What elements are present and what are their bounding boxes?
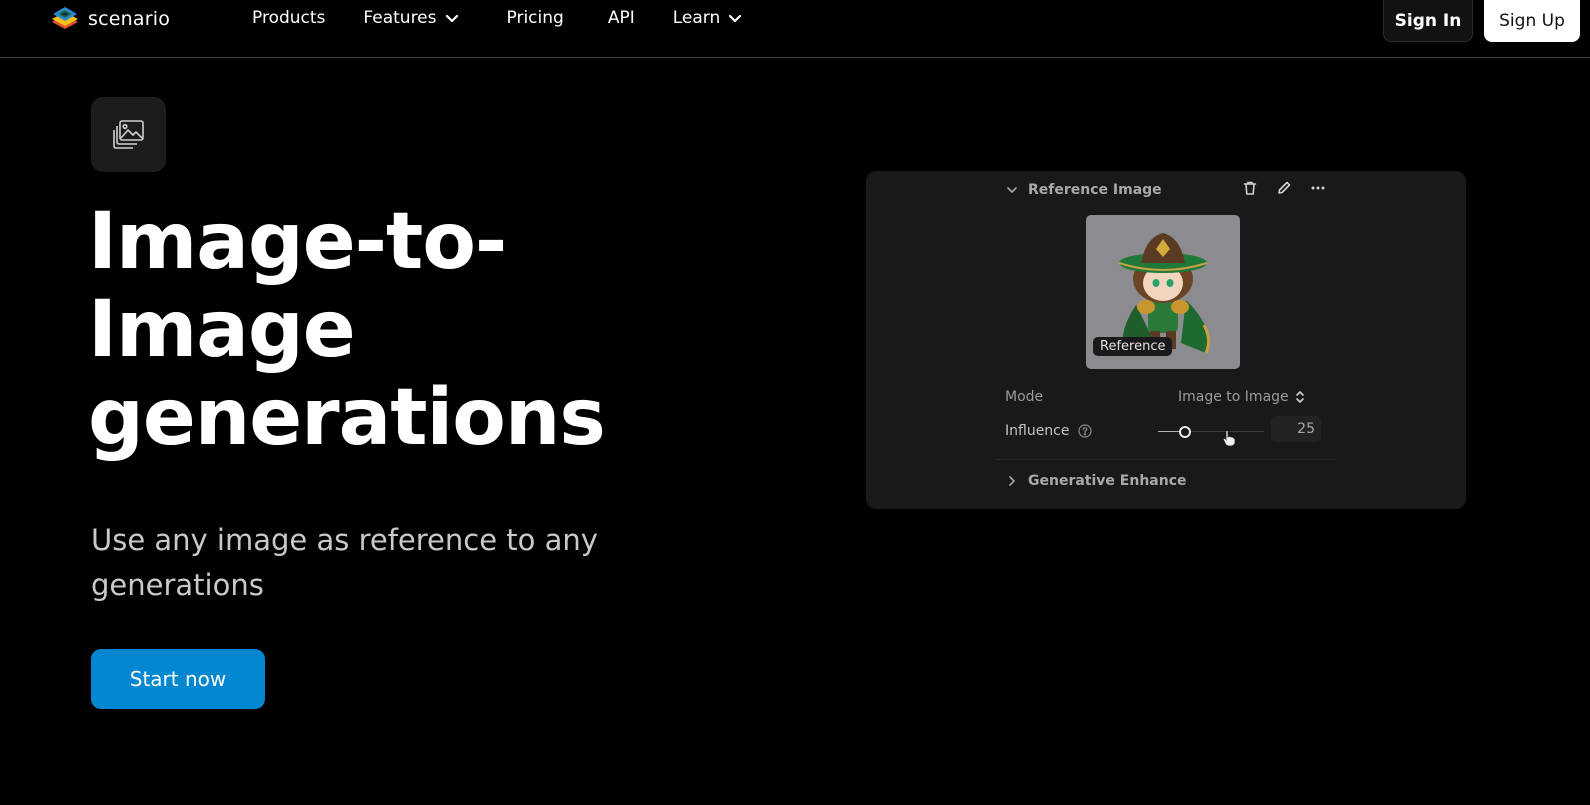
nav-features[interactable]: Features xyxy=(363,8,458,28)
nav-products[interactable]: Products xyxy=(252,8,325,28)
chevron-down-icon xyxy=(729,14,742,23)
reference-image-preview-panel: Reference Image Reference Mode Image to … xyxy=(866,171,1466,509)
nav-api[interactable]: API xyxy=(608,8,635,28)
section-divider xyxy=(996,459,1336,460)
brand-logo[interactable]: scenario xyxy=(50,4,170,34)
influence-slider[interactable] xyxy=(1158,423,1264,441)
chevron-down-icon xyxy=(445,14,458,23)
nav-learn[interactable]: Learn xyxy=(673,8,743,28)
reference-image-thumbnail[interactable]: Reference xyxy=(1086,215,1240,369)
nav-api-label: API xyxy=(607,8,635,28)
nav-pricing-label: Pricing xyxy=(506,8,564,28)
influence-label-group: Influence xyxy=(1005,423,1092,439)
nav-learn-label: Learn xyxy=(672,8,721,28)
hero-title: Image-to-Image generations xyxy=(88,197,606,463)
nav-products-label: Products xyxy=(252,8,326,28)
brand-name: scenario xyxy=(88,8,171,30)
scenario-logo-icon xyxy=(52,7,78,29)
trash-icon[interactable] xyxy=(1242,180,1258,196)
hand-cursor-icon xyxy=(1222,430,1236,447)
panel-actions xyxy=(1242,180,1326,196)
influence-value-input[interactable]: 25 xyxy=(1271,416,1321,442)
images-icon xyxy=(112,119,144,149)
nav-links: Products Features Pricing API Learn xyxy=(252,8,780,28)
reference-image-title: Reference Image xyxy=(1028,182,1162,198)
mode-value: Image to Image xyxy=(1178,389,1289,405)
generative-enhance-section[interactable]: Generative Enhance xyxy=(1006,473,1187,489)
reference-image-header[interactable]: Reference Image xyxy=(1006,179,1326,201)
influence-label: Influence xyxy=(1005,423,1070,439)
slider-thumb[interactable] xyxy=(1178,426,1191,438)
more-icon[interactable] xyxy=(1310,180,1326,196)
chevron-down-icon xyxy=(1007,187,1017,194)
reference-badge: Reference xyxy=(1093,337,1173,356)
help-circle-icon[interactable] xyxy=(1077,424,1092,438)
hero-subtitle: Use any image as reference to any genera… xyxy=(91,523,598,602)
sign-in-button[interactable]: Sign In xyxy=(1383,0,1473,42)
top-nav: scenario Products Features Pricing API L… xyxy=(0,0,1590,58)
nav-features-label: Features xyxy=(363,8,437,28)
sign-up-button[interactable]: Sign Up xyxy=(1484,0,1580,42)
generative-enhance-label: Generative Enhance xyxy=(1028,473,1187,489)
pencil-icon[interactable] xyxy=(1276,180,1292,196)
mode-select[interactable]: Image to Image xyxy=(1178,389,1306,405)
mode-label: Mode xyxy=(1005,389,1044,405)
start-now-button[interactable]: Start now xyxy=(91,649,265,709)
chevron-up-down-icon xyxy=(1295,391,1304,403)
chevron-right-icon xyxy=(1009,476,1016,486)
nav-pricing[interactable]: Pricing xyxy=(507,8,564,28)
feature-icon-tile xyxy=(91,97,166,172)
